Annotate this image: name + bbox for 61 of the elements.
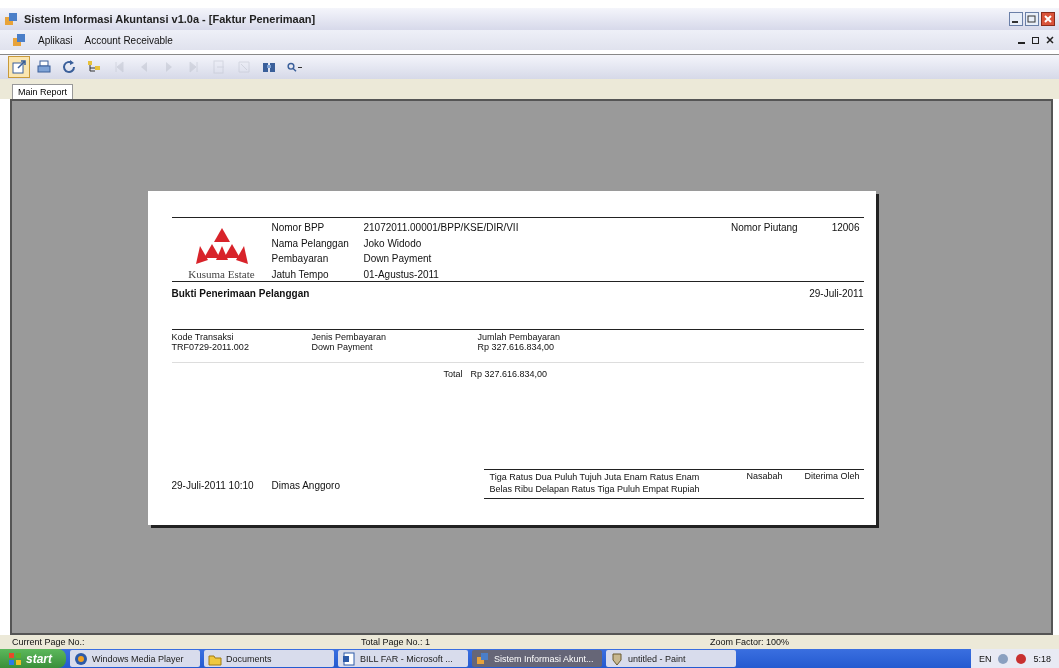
- refresh-icon: [61, 59, 77, 75]
- total-value: Rp 327.616.834,00: [470, 369, 548, 379]
- field-value: Down Payment: [363, 253, 433, 265]
- menu-item[interactable]: Aplikasi: [38, 34, 73, 46]
- document-icon: [342, 651, 356, 666]
- page-icon: [211, 59, 227, 75]
- stop-icon: [236, 59, 252, 75]
- amount-in-words: Tiga Ratus Dua Puluh Tujuh Juta Enam Ratus Enam Belas Ribu Delapan Ratus Tiga Puluh Empat Rupiah: [489, 471, 701, 495]
- taskbar-button[interactable]: Documents: [204, 650, 334, 667]
- status-text: Total Page No.: 1: [361, 637, 432, 647]
- windows-logo-icon: [8, 651, 22, 666]
- table-cell-text: TRF0729-2011.002: [171, 342, 250, 352]
- field-label: Nama Pelanggan: [271, 237, 350, 249]
- field-value: 21072011.00001/BPP/KSE/DIR/VII: [363, 222, 520, 234]
- field-label: Jatuh Tempo: [271, 268, 330, 280]
- report-heading: Bukti Penerimaan Pelanggan: [171, 288, 310, 299]
- restore-icon[interactable]: [1031, 35, 1041, 45]
- field-value: Joko Widodo: [363, 237, 423, 249]
- app-icon: [12, 33, 26, 47]
- total-label: Total: [443, 369, 463, 379]
- menu-item[interactable]: Account Receivable: [84, 34, 173, 46]
- printed-date: 29-Juli-2011 10:10: [171, 480, 254, 491]
- report-tab[interactable]: Main Report: [12, 84, 74, 99]
- language-indicator: EN: [978, 653, 992, 664]
- taskbar-button[interactable]: untitled - Paint: [606, 650, 736, 667]
- field-label: Nomor BPP: [271, 222, 326, 234]
- window-title: Sistem Informasi Akuntansi v1.0a - [Faktur Penerimaan]: [24, 13, 317, 25]
- logo-text: Kusuma Estate: [188, 268, 255, 280]
- print-icon: [36, 59, 52, 75]
- close-icon[interactable]: [1041, 12, 1055, 26]
- report-date: 29-Juli-2011: [809, 288, 864, 299]
- column-header: Kode Transaksi: [171, 332, 235, 342]
- app-icon: [4, 12, 18, 26]
- export-button[interactable]: [8, 56, 30, 78]
- signature-label: Diterima Oleh: [803, 471, 861, 483]
- tree-icon: [86, 59, 102, 75]
- table-cell-text: Down Payment: [311, 342, 374, 352]
- paint-icon: [610, 651, 624, 666]
- field-label: Nomor Piutang: [731, 222, 798, 235]
- taskbar-button[interactable]: Windows Media Player: [70, 650, 200, 667]
- column-header: Jenis Pembayaran: [311, 332, 388, 342]
- tray-icon[interactable]: [1015, 652, 1028, 665]
- taskbar-button[interactable]: Sistem Informasi Akunt...: [472, 650, 602, 667]
- field-label: Pembayaran: [271, 253, 330, 265]
- status-text: Current Page No.:: [12, 637, 86, 647]
- status-text: Zoom Factor: 100%: [710, 637, 791, 647]
- clock: 5:18: [1033, 653, 1051, 664]
- minimize-icon[interactable]: [1009, 12, 1023, 26]
- table-cell-text: Rp 327.616.834,00: [477, 342, 556, 352]
- column-header: Jumlah Pembayaran: [477, 332, 562, 342]
- signature-label: Nasabah: [745, 471, 784, 483]
- media-player-icon: [74, 651, 88, 666]
- close-icon[interactable]: [1045, 35, 1055, 45]
- printed-by: Dimas Anggoro: [271, 480, 340, 491]
- tray-icon[interactable]: [997, 652, 1010, 665]
- taskbar-button[interactable]: BILL FAR - Microsoft ...: [338, 650, 468, 667]
- field-value: 12006: [831, 222, 860, 235]
- logo-icon: [193, 226, 250, 266]
- export-icon: [11, 59, 27, 75]
- field-value: 01-Agustus-2011: [363, 268, 440, 280]
- app-icon: [476, 651, 490, 666]
